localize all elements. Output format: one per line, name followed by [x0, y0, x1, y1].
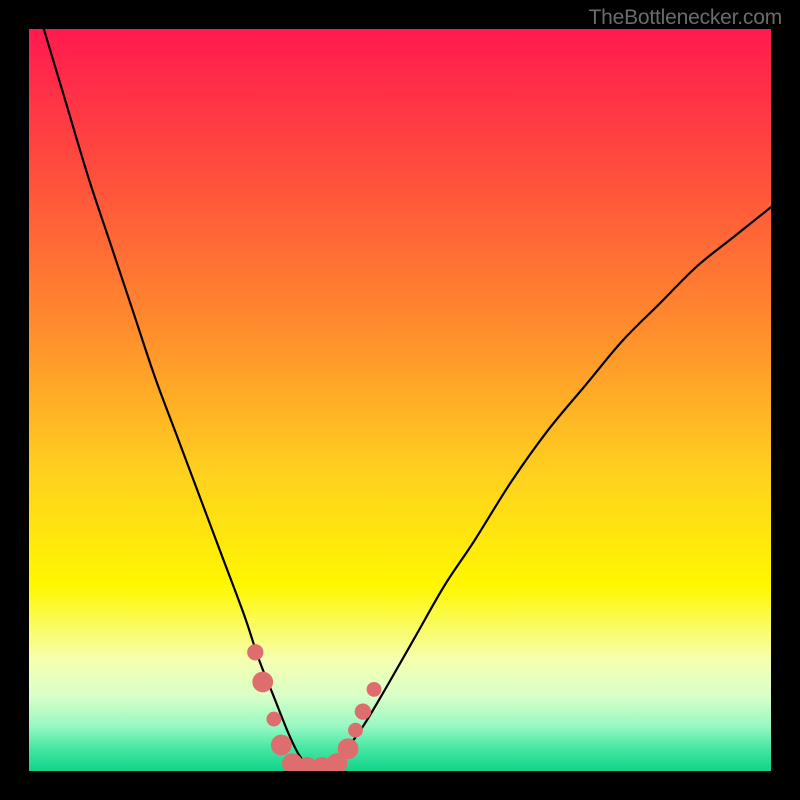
plot-area	[29, 29, 771, 771]
curve-marker	[247, 644, 263, 660]
chart-frame: TheBottlenecker.com	[0, 0, 800, 800]
curve-marker	[266, 712, 281, 727]
curve-marker	[338, 738, 359, 759]
bottleneck-chart	[29, 29, 771, 771]
curve-marker	[348, 723, 363, 738]
curve-marker	[355, 703, 371, 719]
watermark-text: TheBottlenecker.com	[589, 6, 782, 30]
curve-marker	[252, 672, 273, 693]
curve-marker	[271, 735, 292, 756]
curve-marker	[367, 682, 382, 697]
gradient-background	[29, 29, 771, 771]
